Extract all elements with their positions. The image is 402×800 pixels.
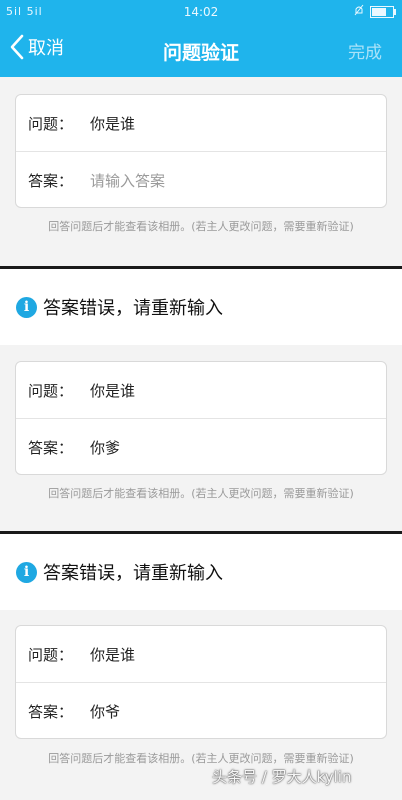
hint-text: 回答问题后才能查看该相册。(若主人更改问题，需要重新验证) [48,487,354,500]
error-message: 答案错误，请重新输入 [43,563,223,584]
answer-input[interactable]: 你爹 [90,437,120,458]
answer-input[interactable]: 请输入答案 [90,170,165,191]
status-icons [354,4,396,19]
nav-row: 取消 问题验证 完成 [0,28,402,72]
error-banner: i 答案错误，请重新输入 [0,269,402,345]
question-value: 你是谁 [90,114,136,133]
answer-row[interactable]: 答案： 请输入答案 [16,152,386,208]
answer-label: 答案： [28,438,74,457]
answer-label: 答案： [28,171,74,190]
status-time: 14:02 [183,5,219,19]
hint-text: 回答问题后才能查看该相册。(若主人更改问题，需要重新验证) [48,752,354,765]
error-banner: i 答案错误，请重新输入 [0,534,402,610]
verify-panel-3: i 答案错误，请重新输入 问题： 你是谁 答案： 你爷 回答问题后才能查看该相册… [0,534,402,800]
page-title: 问题验证 [162,42,239,64]
question-value: 你是谁 [90,381,136,400]
answer-input[interactable]: 你爷 [90,701,120,722]
question-row: 问题： 你是谁 [16,626,386,683]
question-label: 问题： [28,114,74,133]
header-bar: 5il 5il 14:02 取消 问题验证 完成 [0,0,402,77]
mute-icon [354,4,364,19]
answer-row[interactable]: 答案： 你爷 [16,683,386,739]
error-message: 答案错误，请重新输入 [43,298,223,319]
question-value: 你是谁 [90,645,136,664]
watermark: 头条号 / 罗大人kylin [212,768,352,786]
info-icon: i [16,296,37,318]
question-label: 问题： [28,381,74,400]
question-row: 问题： 你是谁 [16,362,386,419]
qa-card: 问题： 你是谁 答案： 你爹 [15,361,387,475]
battery-icon [370,5,396,18]
qa-card: 问题： 你是谁 答案： 请输入答案 [15,94,387,208]
question-row: 问题： 你是谁 [16,95,386,152]
verify-panel-1: 问题： 你是谁 答案： 请输入答案 回答问题后才能查看该相册。(若主人更改问题，… [0,77,402,266]
info-icon: i [16,561,37,583]
answer-row[interactable]: 答案： 你爹 [16,419,386,475]
verify-panel-2: i 答案错误，请重新输入 问题： 你是谁 答案： 你爹 回答问题后才能查看该相册… [0,269,402,531]
qa-card: 问题： 你是谁 答案： 你爷 [15,625,387,739]
question-label: 问题： [28,645,74,664]
answer-label: 答案： [28,702,74,721]
done-button[interactable]: 完成 [348,38,382,63]
hint-text: 回答问题后才能查看该相册。(若主人更改问题，需要重新验证) [48,220,354,233]
status-bar: 5il 5il 14:02 [0,0,402,24]
